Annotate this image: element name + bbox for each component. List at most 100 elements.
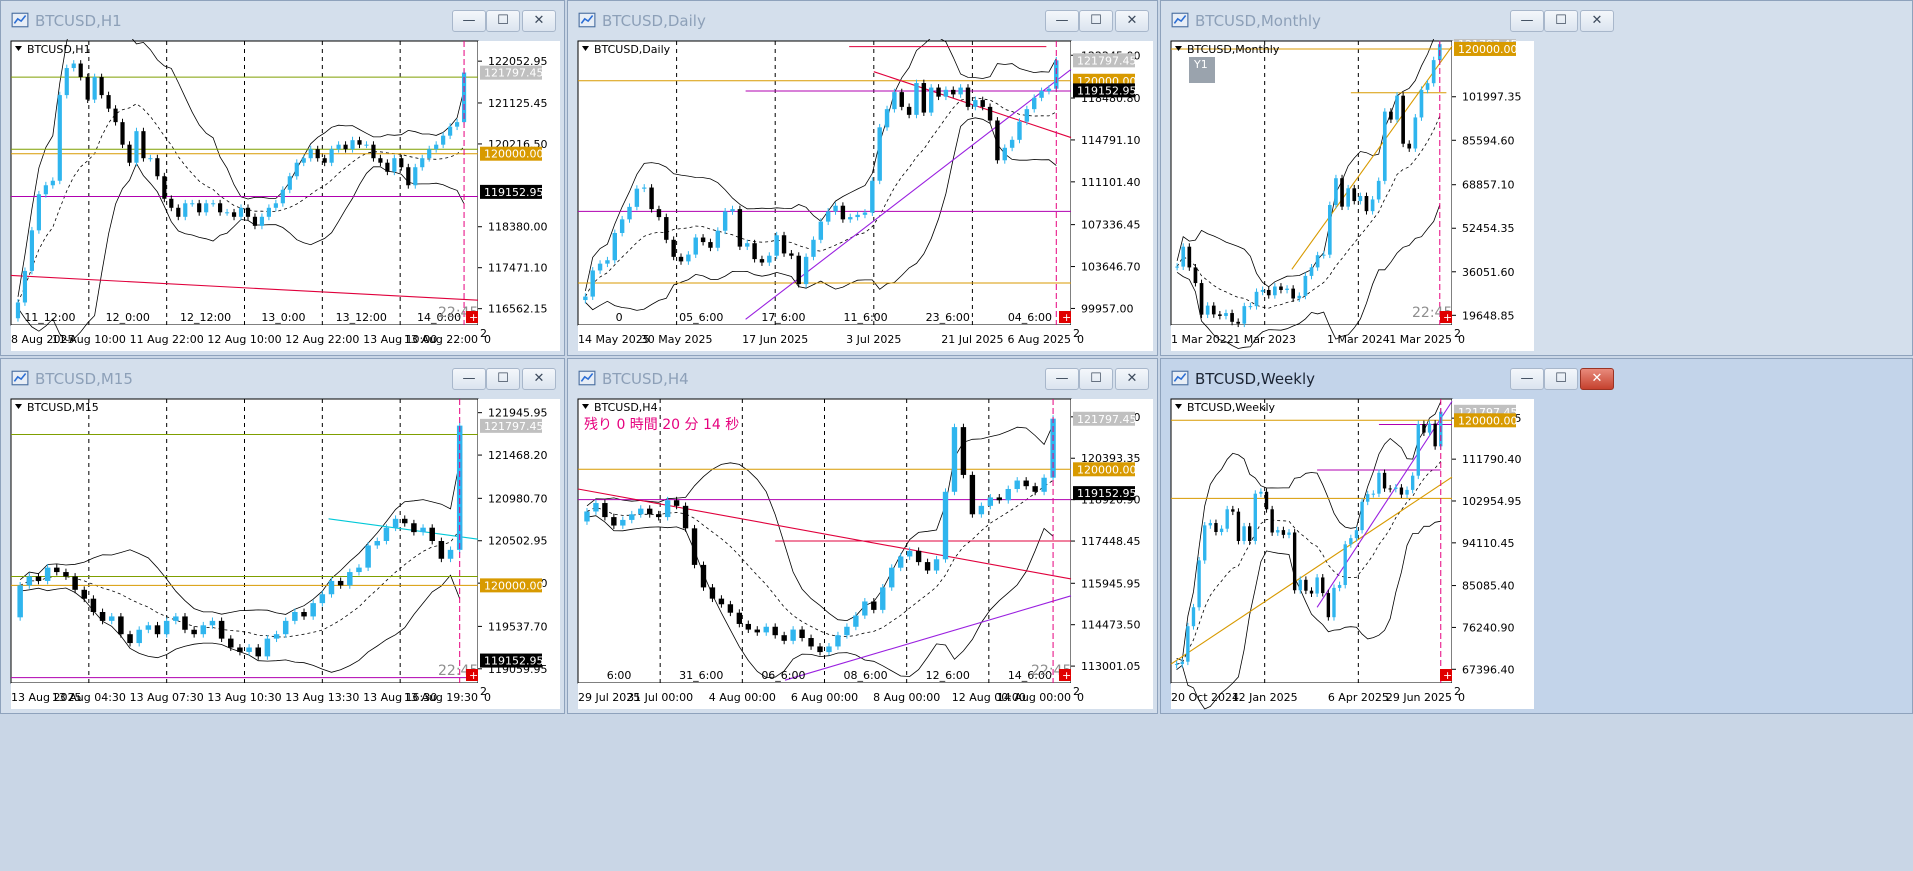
candle: [1377, 472, 1381, 494]
candle: [943, 89, 949, 97]
candle: [906, 106, 912, 115]
candle: [1236, 321, 1241, 324]
candle: [898, 556, 904, 568]
time-axis-label: 11 Aug 10:00: [52, 333, 126, 346]
chart-window-icon: [1171, 370, 1189, 386]
candle: [1024, 109, 1030, 122]
minimize-button[interactable]: —: [1045, 368, 1079, 390]
window-titlebar[interactable]: BTCUSD,H1 — ☐ ✕: [1, 1, 564, 39]
price-tick-label: 85594.60: [1462, 134, 1515, 147]
session-label: 11_6:00: [843, 311, 887, 324]
maximize-button[interactable]: ☐: [1544, 368, 1578, 390]
price-tag-label: 121797.45: [484, 67, 544, 80]
candle: [1264, 491, 1269, 510]
time-axis-label: 1 Mar 2024: [1327, 333, 1390, 346]
close-button[interactable]: ✕: [1115, 10, 1149, 32]
session-label: 06_6:00: [761, 669, 805, 682]
candle: [1326, 593, 1331, 618]
candle: [1219, 528, 1224, 533]
chart-window-weekly[interactable]: BTCUSD,Weekly — ☐ ✕ 120455.35111790.4010…: [1160, 358, 1913, 714]
candle: [183, 203, 188, 217]
scale-label: 0: [484, 333, 491, 346]
window-title: BTCUSD,H4: [602, 370, 689, 388]
candle: [64, 68, 69, 96]
maximize-button[interactable]: ☐: [1079, 368, 1113, 390]
candle: [22, 270, 28, 303]
chart-window-daily[interactable]: BTCUSD,Daily — ☐ ✕ 122245.00118480.80114…: [567, 0, 1158, 356]
close-button[interactable]: ✕: [522, 10, 556, 32]
close-button[interactable]: ✕: [522, 368, 556, 390]
window-titlebar[interactable]: BTCUSD,Daily — ☐ ✕: [568, 1, 1157, 39]
price-tick-label: 111790.40: [1462, 453, 1522, 466]
candle: [92, 77, 97, 100]
candle: [790, 629, 796, 641]
minimize-button[interactable]: —: [1510, 10, 1544, 32]
candle: [310, 603, 316, 617]
symbol-label: BTCUSD,Weekly: [1187, 401, 1275, 414]
time-axis-label: 3 Jul 2025: [846, 333, 901, 346]
price-tick-label: 116562.15: [488, 303, 548, 316]
window-titlebar[interactable]: BTCUSD,Weekly — ☐ ✕: [1161, 359, 1912, 397]
chart-window-h1[interactable]: BTCUSD,H1 — ☐ ✕ 122052.95 121125.45 120216…: [0, 0, 565, 356]
candle: [722, 211, 728, 231]
chart-window-monthly[interactable]: BTCUSD,Monthly — ☐ ✕ 101997.35 85594.60 68…: [1160, 0, 1913, 356]
candle: [182, 616, 188, 630]
candle: [987, 497, 994, 506]
chart-monthly[interactable]: 101997.35 85594.60 68857.10 52454.35 36051.6…: [1161, 39, 1536, 353]
chart-window-m15[interactable]: BTCUSD,M15 — ☐ ✕ 121945.95 121468.20 12098…: [0, 358, 565, 714]
plot-area[interactable]: [577, 40, 1072, 326]
price-tag-label: 119152.95: [1077, 487, 1137, 500]
candle: [371, 144, 376, 159]
candle: [200, 625, 207, 635]
candle: [1180, 661, 1184, 665]
maximize-button[interactable]: ☐: [1079, 10, 1113, 32]
candle: [1395, 95, 1399, 120]
window-titlebar[interactable]: BTCUSD,H4 — ☐ ✕: [568, 359, 1157, 397]
chart-m15[interactable]: 121945.95 121468.20 120980.70 120502.95 1200…: [1, 397, 562, 711]
maximize-button[interactable]: ☐: [486, 10, 520, 32]
candle: [772, 626, 778, 636]
chart-h4[interactable]: 121865.60120393.35118920.90117448.451159…: [568, 397, 1155, 711]
price-tag-label: 119152.95: [484, 655, 544, 668]
price-tick-label: 102954.95: [1462, 495, 1522, 508]
candle: [454, 122, 460, 127]
session-label: 04_6:00: [1008, 311, 1052, 324]
candle: [1292, 532, 1297, 591]
candle: [1321, 577, 1325, 594]
candle: [759, 259, 765, 263]
candle: [1199, 283, 1204, 315]
candle: [1303, 275, 1308, 296]
minimize-button[interactable]: —: [1045, 10, 1079, 32]
close-button[interactable]: ✕: [1580, 368, 1614, 390]
candle: [420, 527, 426, 533]
minimize-button[interactable]: —: [452, 368, 486, 390]
session-label: 12_12:00: [180, 311, 231, 324]
price-tag-label: 119152.95: [484, 186, 544, 199]
symbol-label: BTCUSD,Monthly: [1187, 43, 1280, 56]
price-tag-label: 121797.45: [1077, 413, 1137, 426]
candle: [336, 144, 341, 150]
window-titlebar[interactable]: BTCUSD,M15 — ☐ ✕: [1, 359, 564, 397]
candle: [57, 95, 62, 181]
close-button[interactable]: ✕: [1580, 10, 1614, 32]
close-button[interactable]: ✕: [1115, 368, 1149, 390]
plot-area[interactable]: [1170, 40, 1453, 326]
maximize-button[interactable]: ☐: [486, 368, 520, 390]
time-axis-label: 1 Mar 2025: [1389, 333, 1452, 346]
candle: [347, 572, 353, 586]
chart-weekly[interactable]: 120455.35111790.40102954.9594110.4585085…: [1161, 397, 1536, 711]
candle: [1211, 305, 1216, 315]
chart-h1[interactable]: 122052.95121125.45120216.50118380.001174…: [1, 39, 562, 353]
maximize-button[interactable]: ☐: [1544, 10, 1578, 32]
candle: [190, 203, 195, 205]
minimize-button[interactable]: —: [1510, 368, 1544, 390]
candle: [715, 230, 721, 248]
plot-area[interactable]: [1170, 398, 1453, 684]
candle: [357, 140, 362, 145]
price-tick-label: 120980.70: [488, 492, 548, 505]
minimize-button[interactable]: —: [452, 10, 486, 32]
chart-window-h4[interactable]: BTCUSD,H4 — ☐ ✕ 121865.60120393.35118920…: [567, 358, 1158, 714]
candle: [914, 83, 919, 115]
window-titlebar[interactable]: BTCUSD,Monthly — ☐ ✕: [1161, 1, 1912, 39]
chart-daily[interactable]: 122245.00118480.80114791.10111101.401073…: [568, 39, 1155, 353]
